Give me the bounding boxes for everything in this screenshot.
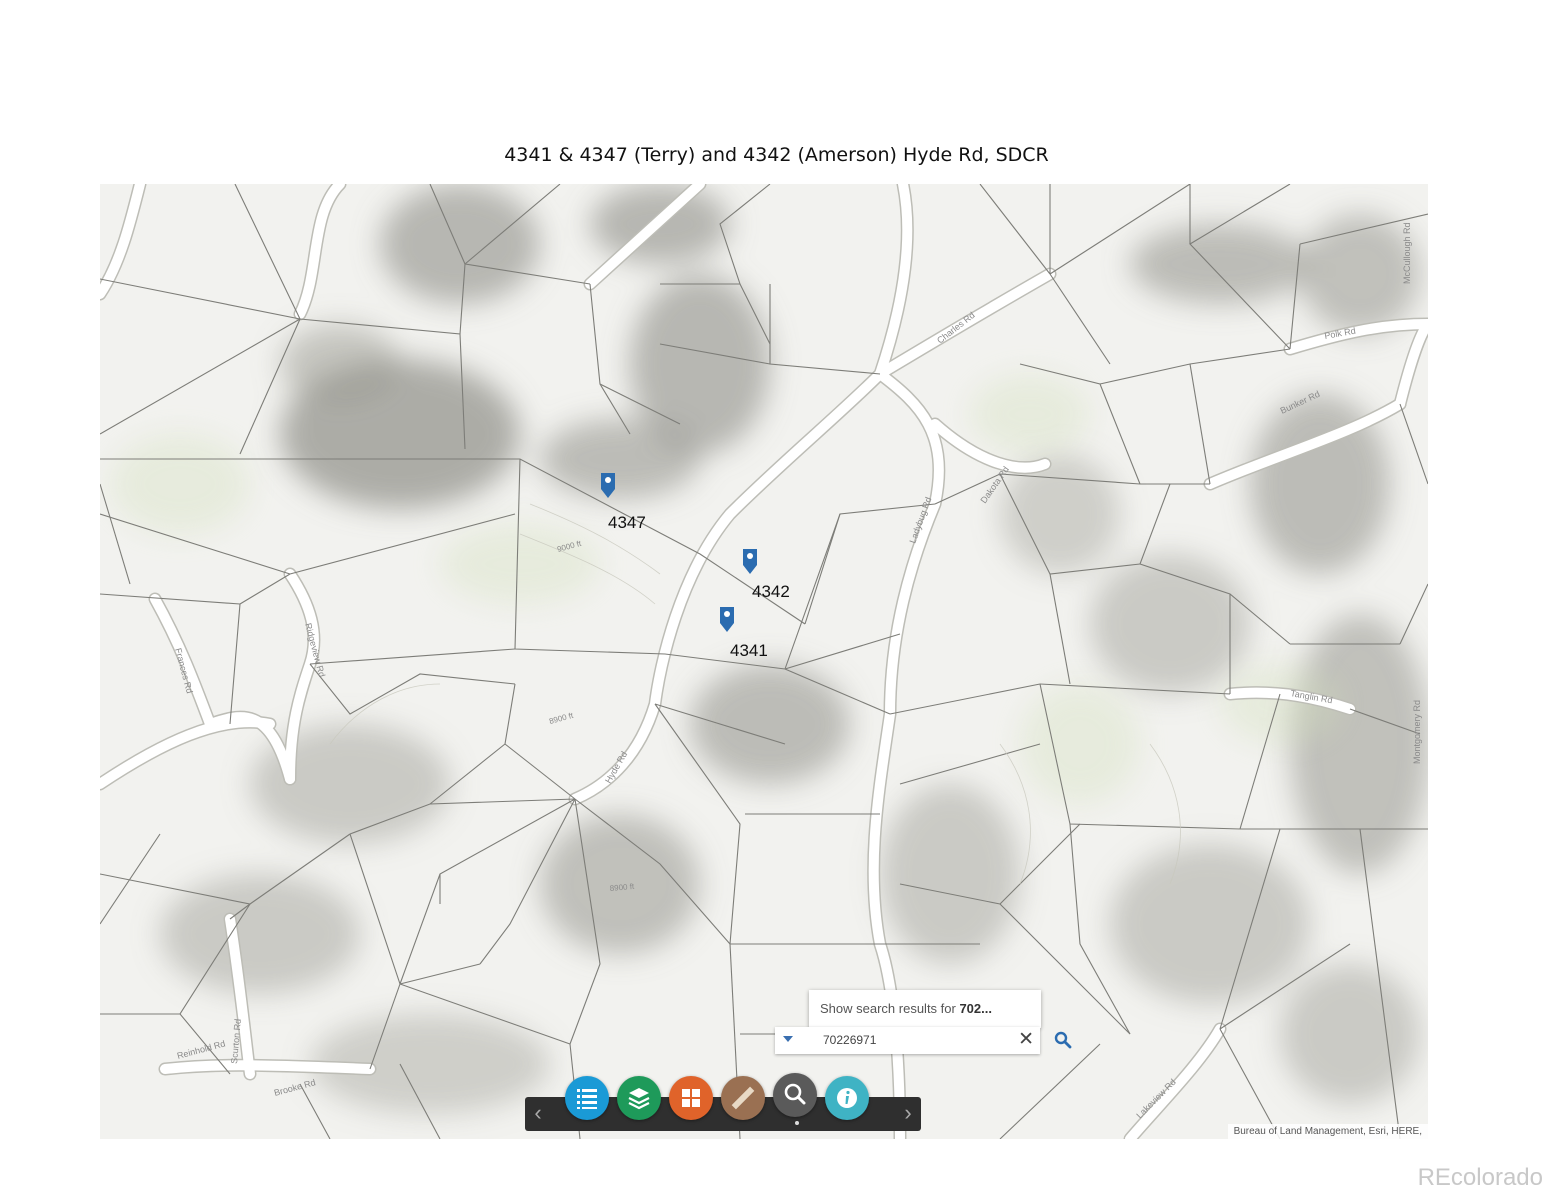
search-tool-button[interactable] [773,1073,817,1117]
layers-button[interactable] [617,1076,661,1120]
search-suggestion[interactable]: Show search results for 702... [809,990,1041,1028]
toolbar-page-indicator [795,1121,799,1125]
road-label: Scurton Rd [229,1018,243,1064]
location-marker-4347[interactable] [599,471,617,499]
road-label: Montgomery Rd [1412,700,1422,764]
marker-label-4341: 4341 [730,641,768,660]
map-canvas[interactable]: Charles Rd Hyde Rd Ladybug Rd Dakota Rd … [100,184,1428,1139]
clear-search-icon[interactable]: ✕ [1018,1029,1034,1051]
road-label: McCullough Rd [1402,222,1412,284]
info-icon [837,1088,857,1108]
search-icon [1054,1031,1072,1049]
search-suggestion-query: 702... [959,1001,992,1016]
location-marker-4341[interactable] [718,605,736,633]
legend-list-button[interactable] [565,1076,609,1120]
widget-toolbar: ‹ › [525,1073,921,1131]
road-label: Charles Rd [935,310,977,346]
search-source-dropdown-icon[interactable] [783,1036,793,1042]
search-box: ✕ [775,1027,1040,1054]
marker-label-4347: 4347 [608,513,646,532]
location-marker-4342[interactable] [741,547,759,575]
toolbar-next-button[interactable]: › [895,1097,921,1131]
contour-label: 8900 ft [548,711,575,726]
road-label: Brooke Rd [273,1077,317,1098]
map-attribution: Bureau of Land Management, Esri, HERE, [1227,1124,1428,1139]
grid-icon [682,1089,700,1107]
measure-button[interactable] [721,1076,765,1120]
watermark-logo: REcolorado [1417,1164,1543,1191]
map-title: 4341 & 4347 (Terry) and 4342 (Amerson) H… [504,144,1049,166]
parcel-map[interactable]: Charles Rd Hyde Rd Ladybug Rd Dakota Rd … [100,184,1428,1139]
marker-label-4342: 4342 [752,582,790,601]
search-input[interactable] [823,1031,1013,1049]
ruler-icon [731,1086,755,1110]
layers-icon [628,1088,650,1110]
toolbar-prev-button[interactable]: ‹ [525,1097,551,1131]
list-icon [577,1089,597,1109]
road-label: Reinhold Rd [176,1038,226,1060]
about-button[interactable] [825,1076,869,1120]
magnifier-icon [784,1083,806,1105]
search-button[interactable] [1050,1027,1076,1054]
basemap-gallery-button[interactable] [669,1076,713,1120]
search-suggestion-prefix: Show search results for [820,1001,960,1016]
